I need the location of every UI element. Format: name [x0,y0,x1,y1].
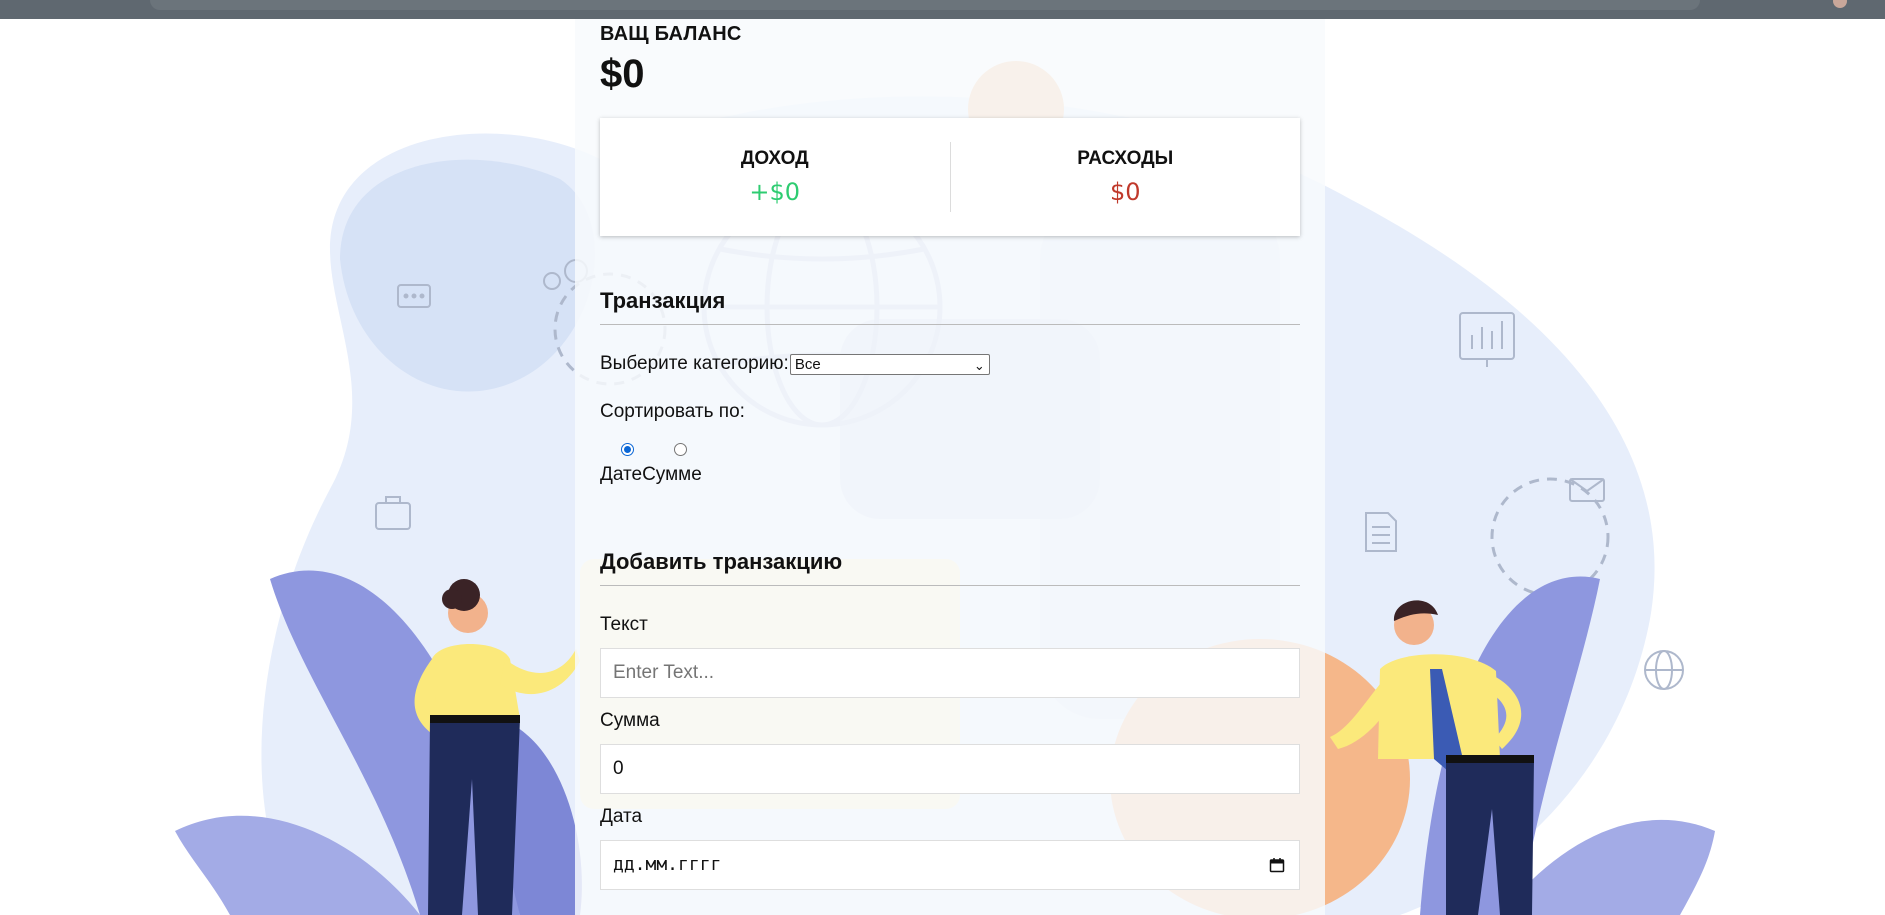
income-label: ДОХОД [740,148,809,169]
globe-small-icon [1644,650,1684,690]
income-expense-card: ДОХОД +$0 РАСХОДЫ $0 [600,118,1300,236]
date-input[interactable]: дд.мм.гггг [600,840,1300,890]
browser-top-bar [0,0,1885,19]
category-selected-value: Все [794,355,821,373]
expense-value: $0 [1109,178,1141,206]
category-row: Выберите категорию: Все ⌄ [600,353,1300,375]
text-label: Текст [600,614,648,635]
category-select[interactable]: Все ⌄ [789,353,990,375]
balance-title: ВАЩ БАЛАНС [600,23,742,45]
calendar-icon[interactable] [1269,857,1285,873]
date-placeholder: дд.мм.гггг [613,854,722,875]
extension-icon[interactable] [1833,0,1847,8]
chevron-down-icon: ⌄ [973,357,985,373]
add-transaction-title: Добавить транзакцию [600,549,1300,586]
address-bar[interactable] [150,0,1700,10]
amount-input[interactable]: 0 [600,744,1300,794]
sort-by-amount-radio[interactable] [674,443,687,456]
category-label: Выберите категорию: [600,353,789,374]
text-input[interactable]: Enter Text... [600,648,1300,698]
sort-by-date-radio[interactable] [621,443,634,456]
balance-amount: $0 [600,52,645,96]
app-content: ВАЩ БАЛАНС $0 ДОХОД +$0 РАСХОДЫ $0 Транз… [600,19,1300,890]
income-value: +$0 [749,178,801,206]
amount-label: Сумма [600,710,660,731]
sort-option-amount[interactable]: Сумме [642,464,702,485]
sort-label: Сортировать по: [600,401,745,422]
expense-column: РАСХОДЫ $0 [951,148,1301,206]
sort-radio-labels: ДатеСумме [600,464,702,486]
sort-option-date[interactable]: Дате [600,464,642,485]
transactions-title: Транзакция [600,288,1300,325]
sort-radio-group: ДатеСумме [600,443,1300,489]
date-label: Дата [600,806,643,827]
expense-label: РАСХОДЫ [1077,148,1174,169]
income-column: ДОХОД +$0 [600,148,950,206]
